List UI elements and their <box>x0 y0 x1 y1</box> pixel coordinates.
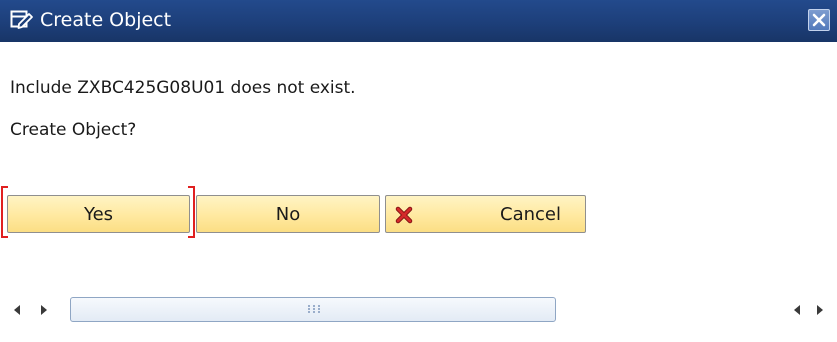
scroll-right-icon <box>817 305 823 315</box>
red-x-icon <box>395 206 413 224</box>
dialog-title: Create Object <box>40 9 172 31</box>
scroll-left-icon <box>14 305 20 315</box>
cancel-button[interactable]: Cancel <box>385 195 586 233</box>
no-button-label: No <box>275 204 301 225</box>
horizontal-scrollbar-thumb[interactable] <box>70 297 556 322</box>
scroll-grip-icon <box>308 305 320 313</box>
message-not-exist: Include ZXBC425G08U01 does not exist. <box>10 78 356 98</box>
create-object-dialog: Create Object Include ZXBC425G08U01 does… <box>0 0 837 342</box>
scroll-right-button[interactable] <box>36 300 52 320</box>
cancel-button-label: Cancel <box>500 204 561 225</box>
close-button[interactable] <box>808 9 830 31</box>
scroll-right-button-right-group[interactable] <box>812 300 828 320</box>
scroll-left-button-right-group[interactable] <box>789 300 805 320</box>
scroll-right-icon <box>41 305 47 315</box>
title-bar: Create Object <box>0 0 837 42</box>
close-icon <box>812 13 826 27</box>
yes-button[interactable]: Yes <box>7 195 190 233</box>
message-create-prompt: Create Object? <box>10 120 137 140</box>
yes-button-label: Yes <box>83 204 114 225</box>
scroll-left-icon <box>794 305 800 315</box>
no-button[interactable]: No <box>196 195 380 233</box>
edit-document-icon <box>10 9 34 31</box>
scroll-left-button[interactable] <box>9 300 25 320</box>
